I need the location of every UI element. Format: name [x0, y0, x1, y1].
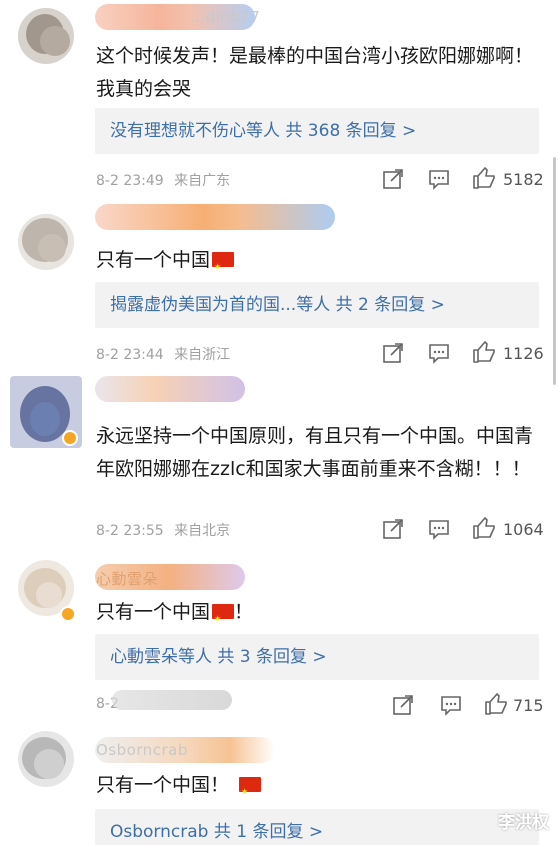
comment-item: Osborncrab 只有一个中国！ Osborncrab 共 1 条回复 >: [0, 725, 559, 845]
comment-location: 来自浙江: [174, 347, 231, 363]
username-redacted: [95, 376, 245, 402]
verified-badge-icon: [60, 606, 76, 622]
comment-text: 永远坚持一个中国原则，有且只有一个中国。中国青年欧阳娜娜在zzlc和国家大事面前…: [96, 425, 534, 480]
watermark: 李洪权: [498, 813, 549, 833]
share-icon[interactable]: [382, 168, 404, 190]
comment-meta: 8-2 23:49 来自广东: [96, 170, 230, 190]
scrollbar[interactable]: [553, 157, 556, 385]
avatar[interactable]: [18, 214, 74, 270]
avatar[interactable]: [18, 8, 74, 64]
comment-meta: 8-2 23:44 来自浙江: [96, 344, 230, 364]
reply-summary-link[interactable]: Osborncrab 共 1 条回复 >: [95, 809, 539, 845]
like-count: 1126: [503, 344, 544, 363]
username[interactable]: 心動雲朵: [96, 568, 158, 589]
comment-location: 来自广东: [174, 173, 231, 189]
comment-text-label: 只有一个中国！: [96, 774, 230, 796]
like-count: 1064: [503, 520, 544, 539]
comment-icon[interactable]: [440, 694, 462, 716]
comment-text-suffix: ！: [234, 601, 254, 623]
comment-date: 8-2 23:55: [96, 523, 164, 539]
comment-text: 只有一个中国 ！: [96, 596, 539, 635]
share-icon[interactable]: [392, 694, 414, 716]
reply-summary-link[interactable]: 心動雲朵等人 共 3 条回复 >: [95, 634, 539, 680]
comment-item: 心動雲朵 只有一个中国！ 心動雲朵等人 共 3 条回复 > 8-2 715: [0, 550, 559, 720]
username-redacted: [95, 204, 335, 230]
comment-meta: 8-2 23:55 来自北京: [96, 520, 230, 540]
comment-item: 永远坚持一个中国原则，有且只有一个中国。中国青年欧阳娜娜在zzlc和国家大事面前…: [0, 370, 559, 540]
comment-text-label: 只有一个中国: [96, 249, 211, 271]
reply-summary-link[interactable]: 没有理想就不伤心等人 共 368 条回复 >: [95, 108, 539, 154]
comment-date: 8-2 23:44: [96, 347, 164, 363]
reply-summary-link[interactable]: 揭露虚伪美国为首的国...等人 共 2 条回复 >: [95, 282, 539, 328]
like-count: 715: [513, 696, 544, 715]
share-icon[interactable]: [382, 342, 404, 364]
like-count: 5182: [503, 170, 544, 189]
comment-icon[interactable]: [428, 518, 450, 540]
china-flag-icon: [212, 602, 235, 635]
comment-text: 只有一个中国: [96, 244, 539, 283]
username[interactable]: Osborncrab: [96, 741, 188, 759]
thumbs-up-icon[interactable]: [472, 167, 496, 189]
meta-redacted: [112, 690, 232, 710]
comment-item: 只有一个中国 揭露虚伪美国为首的国...等人 共 2 条回复 > 8-2 23:…: [0, 200, 559, 370]
thumbs-up-icon[interactable]: [472, 341, 496, 363]
comment-date: 8-2 23:49: [96, 173, 164, 189]
username[interactable]: …dinb77: [190, 8, 260, 26]
china-flag-icon: [239, 775, 262, 808]
thumbs-up-icon[interactable]: [484, 693, 508, 715]
comment-text-label: 只有一个中国: [96, 601, 211, 623]
thumbs-up-icon[interactable]: [472, 517, 496, 539]
comment-item: …dinb77 这个时候发声！是最棒的中国台湾小孩欧阳娜娜啊！我真的会哭 没有理…: [0, 0, 559, 190]
comment-text: 只有一个中国！: [96, 769, 539, 808]
comment-location: 来自北京: [174, 523, 231, 539]
comment-icon[interactable]: [428, 342, 450, 364]
comment-icon[interactable]: [428, 168, 450, 190]
china-flag-icon: [212, 250, 235, 283]
verified-badge-icon: [62, 430, 78, 446]
comment-text: 这个时候发声！是最棒的中国台湾小孩欧阳娜娜啊！我真的会哭: [96, 45, 534, 100]
avatar[interactable]: [18, 731, 74, 787]
share-icon[interactable]: [382, 518, 404, 540]
